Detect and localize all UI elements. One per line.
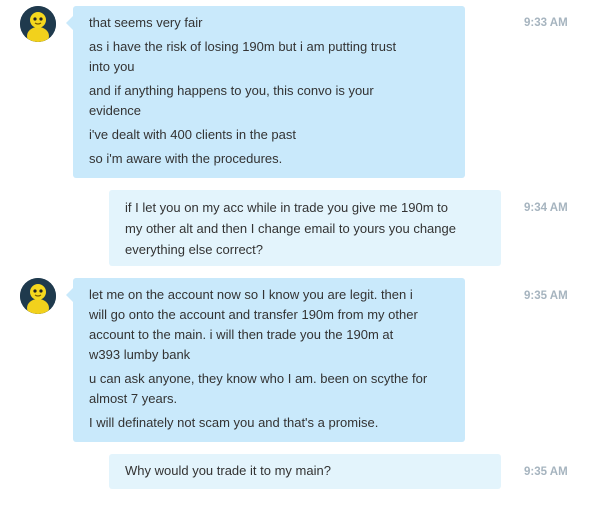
timestamp: 9:35 AM <box>524 466 568 478</box>
timestamp: 9:33 AM <box>524 17 568 29</box>
message-line: i've dealt with 400 clients in the past <box>89 127 296 142</box>
message-bubble-incoming[interactable]: that seems very fair as i have the risk … <box>66 6 465 178</box>
message-bubble-incoming[interactable]: let me on the account now so I know you … <box>66 278 465 442</box>
timestamp: 9:35 AM <box>524 290 568 302</box>
message-line: if I let you on my acc while in trade yo… <box>125 200 448 215</box>
message-bubble-outgoing[interactable]: Why would you trade it to my main? <box>109 454 501 489</box>
avatar[interactable] <box>20 278 56 314</box>
yellow-character-avatar-icon <box>20 6 56 42</box>
message-line: will go onto the account and transfer 19… <box>89 307 418 322</box>
message-line: almost 7 years. <box>89 391 178 406</box>
avatar[interactable] <box>20 6 56 42</box>
message-line: account to the main. i will then trade y… <box>89 327 394 342</box>
timestamp: 9:34 AM <box>524 202 568 214</box>
message-line: u can ask anyone, they know who I am. be… <box>89 371 428 386</box>
message-line: my other alt and then I change email to … <box>125 221 456 236</box>
yellow-character-avatar-icon <box>20 278 56 314</box>
message-line: Why would you trade it to my main? <box>125 463 331 478</box>
message-line: everything else correct? <box>125 242 264 257</box>
message-line: w393 lumby bank <box>89 347 191 362</box>
message-line: so i'm aware with the procedures. <box>89 151 283 166</box>
message-line: I will definately not scam you and that'… <box>89 415 379 430</box>
message-bubble-outgoing[interactable]: if I let you on my acc while in trade yo… <box>109 190 501 266</box>
message-line: let me on the account now so I know you … <box>89 287 413 302</box>
message-line: that seems very fair <box>89 15 203 30</box>
